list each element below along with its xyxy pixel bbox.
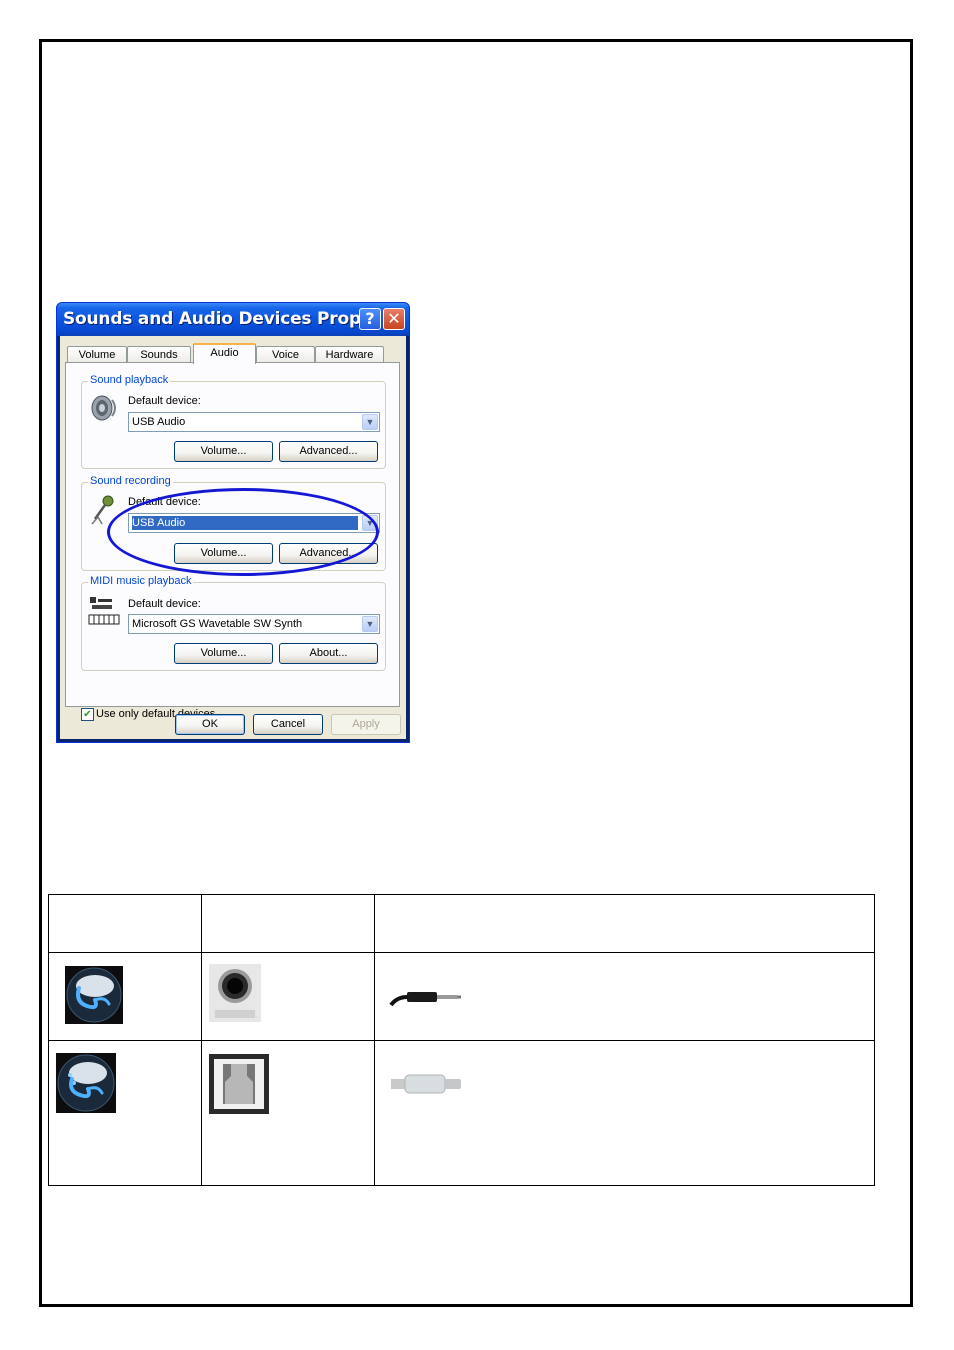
sound-playback-title: Sound playback [88, 374, 171, 386]
playback-device-select[interactable]: USB Audio ▼ [128, 412, 380, 432]
dialog-title: Sounds and Audio Devices Prop… [63, 309, 378, 329]
speaker-icon [91, 395, 116, 421]
tab-audio[interactable]: Audio [193, 343, 256, 364]
apply-button[interactable]: Apply [331, 714, 401, 735]
mini-plug-icon [389, 992, 461, 1007]
midi-playback-title: MIDI music playback [88, 575, 194, 587]
mic-in-button-icon [65, 966, 123, 1024]
midi-device-value: Microsoft GS Wavetable SW Synth [132, 618, 303, 630]
midi-device-select[interactable]: Microsoft GS Wavetable SW Synth ▼ [128, 614, 380, 634]
mic-in-jack-icon [209, 964, 261, 1022]
midi-volume-button[interactable]: Volume... [174, 643, 273, 664]
sound-recording-title: Sound recording [88, 475, 173, 487]
midi-keyboard-icon [88, 597, 120, 625]
optical-button-icon [56, 1053, 116, 1113]
table-divider [49, 952, 874, 953]
optical-plug-icon [391, 1074, 461, 1094]
ok-button[interactable]: OK [175, 714, 245, 735]
cancel-button[interactable]: Cancel [253, 714, 323, 735]
connection-table [48, 894, 875, 1186]
title-bar[interactable]: Sounds and Audio Devices Prop… ? ✕ [57, 303, 409, 336]
help-button[interactable]: ? [359, 308, 381, 330]
tab-hardware[interactable]: Hardware [315, 346, 384, 363]
playback-advanced-button[interactable]: Advanced... [279, 441, 378, 462]
midi-playback-group: MIDI music playback Default device: Micr… [81, 575, 386, 671]
chevron-down-icon[interactable]: ▼ [362, 414, 378, 430]
sound-playback-group: Sound playback Default device: USB Audio… [81, 374, 386, 469]
tab-sounds[interactable]: Sounds [127, 346, 191, 363]
tab-voice[interactable]: Voice [256, 346, 315, 363]
midi-default-label: Default device: [128, 598, 201, 610]
playback-default-label: Default device: [128, 395, 201, 407]
close-button[interactable]: ✕ [383, 308, 405, 330]
optical-port-icon [209, 1054, 269, 1114]
tab-volume[interactable]: Volume [67, 346, 127, 363]
chevron-down-icon[interactable]: ▼ [362, 616, 378, 632]
midi-about-button[interactable]: About... [279, 643, 378, 664]
table-divider [49, 1040, 874, 1041]
playback-volume-button[interactable]: Volume... [174, 441, 273, 462]
highlight-ellipse [107, 488, 379, 576]
use-only-default-checkbox[interactable]: ✔ [81, 708, 94, 721]
playback-device-value: USB Audio [132, 416, 186, 428]
